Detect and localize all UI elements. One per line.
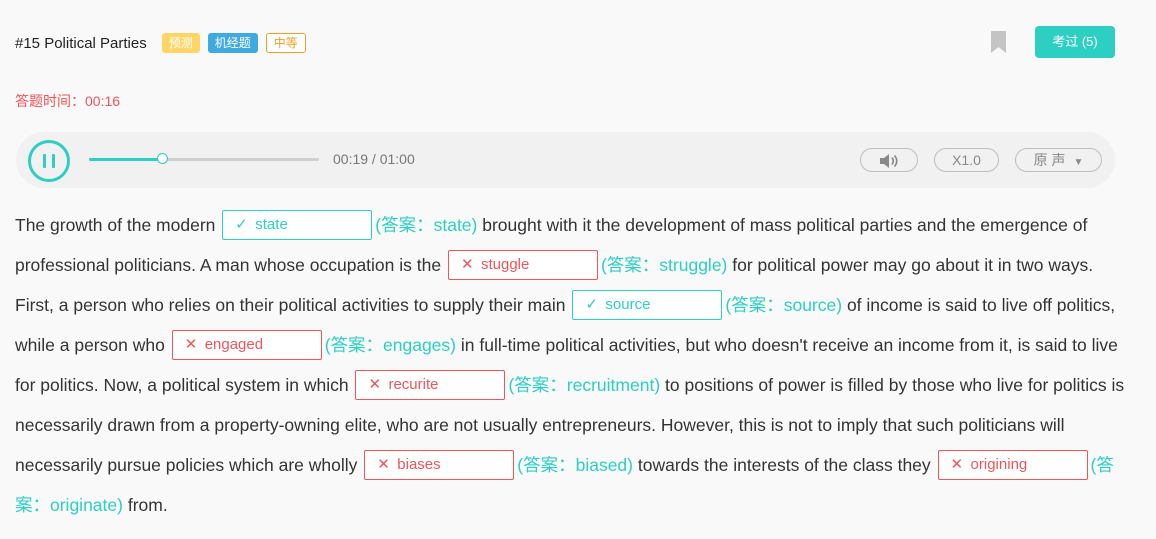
caret-down-icon: ▼ (1073, 157, 1084, 168)
correct-answer-hint: (答案：biased) (517, 455, 633, 475)
progress-fill (89, 158, 162, 161)
answer-blank-wrong[interactable]: ✕ stuggle (447, 250, 598, 281)
answer-blank-wrong[interactable]: ✕ recurite (355, 370, 506, 401)
playback-time: 00:19 / 01:00 (333, 151, 415, 167)
answer-timer: 答题时间：00:16 (15, 93, 121, 109)
answer-blank-correct[interactable]: ✓ state (222, 210, 373, 241)
volume-icon (880, 154, 898, 168)
correct-answer-hint: (答案：state) (375, 215, 478, 235)
correct-answer-hint: (答案：recruitment) (508, 375, 661, 395)
voice-select[interactable]: 原 声 ▼ (1015, 148, 1102, 172)
blank-input-text: origining (970, 456, 1028, 474)
passage: The growth of the modern ✓ state (答案：state… (15, 205, 1125, 525)
tag-jijing: 机经题 (207, 33, 258, 53)
answer-blank-correct[interactable]: ✓ source (572, 290, 723, 321)
speed-button[interactable]: X1.0 (934, 148, 999, 172)
check-icon: ✓ (585, 296, 598, 314)
correct-answer-hint: (答案：engages) (324, 335, 456, 355)
passage-text: from. (127, 495, 168, 515)
bookmark-icon[interactable] (990, 30, 1007, 54)
tag-difficulty: 中等 (265, 33, 306, 53)
answer-blank-wrong[interactable]: ✕ origining (937, 450, 1088, 481)
check-icon: ✓ (235, 216, 248, 234)
cross-icon: ✕ (460, 256, 474, 274)
passage-text: towards the interests of the class they (637, 455, 931, 475)
correct-answer-hint: (答案：struggle) (600, 255, 728, 275)
cross-icon: ✕ (950, 456, 964, 474)
cross-icon: ✕ (377, 456, 390, 474)
blank-input-text: biases (397, 456, 441, 474)
question-header: #15 Political Parties 预测 机经题 中等 (15, 30, 314, 56)
blank-input-text: state (255, 216, 288, 234)
progress-slider[interactable] (89, 153, 319, 164)
pause-icon[interactable] (28, 140, 70, 182)
answer-blank-wrong[interactable]: ✕ biases (364, 450, 515, 481)
blank-input-text: stuggle (480, 256, 530, 274)
voice-label: 原 声 (1033, 152, 1066, 168)
volume-button[interactable] (860, 148, 918, 172)
correct-answer-hint: (答案：source) (725, 295, 843, 315)
cross-icon: ✕ (368, 376, 382, 394)
blank-input-text: recurite (388, 376, 439, 394)
progress-knob[interactable] (156, 153, 168, 164)
answer-blank-wrong[interactable]: ✕ engaged (171, 330, 322, 361)
question-title: #15 Political Parties (15, 34, 147, 52)
exam-count-button[interactable]: 考过 (5) (1035, 26, 1115, 58)
tag-predict: 预测 (161, 33, 200, 53)
blank-input-text: engaged (204, 336, 264, 354)
blank-input-text: source (605, 296, 651, 314)
cross-icon: ✕ (184, 336, 198, 354)
passage-text: The growth of the modern (15, 215, 216, 235)
audio-player: 00:19 / 01:00 X1.0 原 声 ▼ (16, 132, 1115, 188)
